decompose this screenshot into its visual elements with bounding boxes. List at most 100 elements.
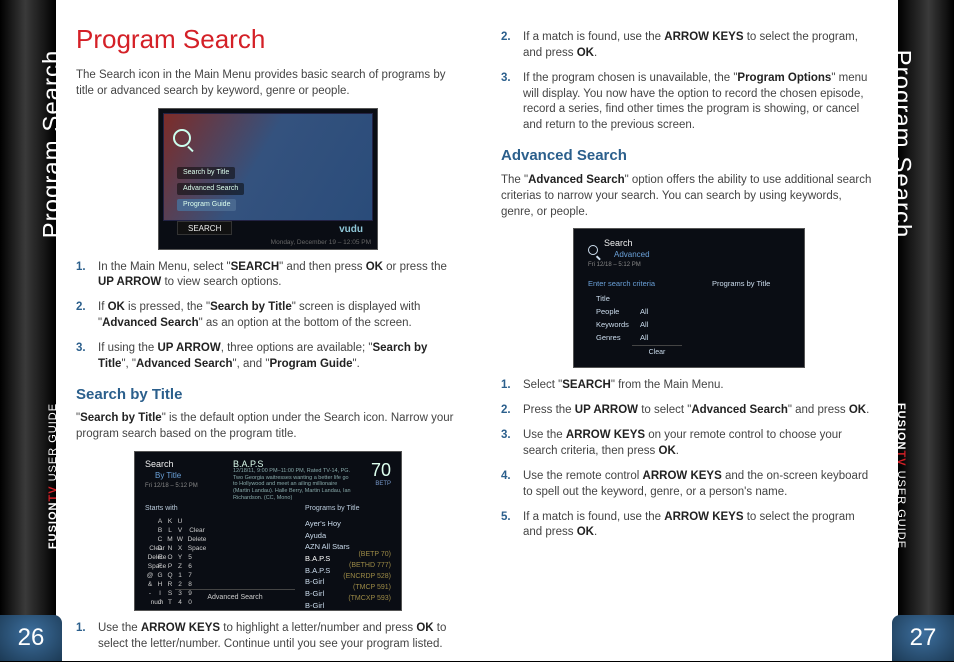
shot2-time: Fri 12/18 – 5:12 PM xyxy=(145,482,198,490)
step-bold: Search by Title xyxy=(210,301,292,313)
step-text: . xyxy=(594,526,597,538)
step-number: 2. xyxy=(76,300,86,316)
page-number-right: 27 xyxy=(892,615,954,661)
step-text: Use the xyxy=(98,622,141,634)
criteria-value: All xyxy=(640,320,648,329)
step-number: 5. xyxy=(501,510,511,526)
screenshot-search-by-title: Search By Title Fri 12/18 – 5:12 PM B.A.… xyxy=(134,451,402,611)
key: V xyxy=(175,527,185,536)
criteria-value: All xyxy=(640,307,648,316)
channel-code: (BETHD 777) xyxy=(343,561,391,572)
shot3-enter-criteria: Enter search criteria xyxy=(588,279,655,289)
search-button: SEARCH xyxy=(177,221,232,235)
step-text: If a match is found, use the xyxy=(523,31,664,43)
step-bold: Advanced Search xyxy=(102,317,199,329)
step-text: Use the remote control xyxy=(523,470,643,482)
step-bold: Program Guide xyxy=(269,358,352,370)
key: M xyxy=(165,536,175,545)
step-item: 1.Use the ARROW KEYS to highlight a lett… xyxy=(76,621,460,653)
key: D xyxy=(155,545,165,554)
menu-item-search-by-title: Search by Title xyxy=(177,167,235,179)
key: E xyxy=(155,554,165,563)
menu-item-program-guide: Program Guide xyxy=(177,199,236,211)
step-number: 3. xyxy=(501,71,511,87)
key: N xyxy=(165,545,175,554)
shot2-programs-by-title: Programs by Title xyxy=(305,504,359,514)
step-number: 4. xyxy=(501,469,511,485)
step-text: to view search options. xyxy=(161,276,281,288)
key: - xyxy=(145,590,155,599)
step-bold: OK xyxy=(366,261,383,273)
key: 7 xyxy=(185,572,195,581)
search-icon xyxy=(173,129,191,147)
key: P xyxy=(165,563,175,572)
step-bold: ARROW KEYS xyxy=(566,429,645,441)
step-item: 4.Use the remote control ARROW KEYS and … xyxy=(501,469,877,501)
step-bold: Program Options xyxy=(737,72,831,84)
step-number: 3. xyxy=(501,428,511,444)
channel-code: (ENCRDP 528) xyxy=(343,572,391,583)
shot2-channel-label: BETP xyxy=(375,480,391,488)
step-bold: UP ARROW xyxy=(98,276,161,288)
step-text: " and press xyxy=(788,404,849,416)
shot3-criteria-rows: TitlePeopleAllKeywordsAllGenresAll xyxy=(596,293,648,344)
screenshot-advanced-search: Search Advanced Fri 12/18 – 5:12 PM Ente… xyxy=(573,228,805,368)
result-item: Ayer's Hoy xyxy=(305,518,350,530)
shot2-subtitle: By Title xyxy=(155,470,181,481)
step-bold: SEARCH xyxy=(231,261,280,273)
step-text: , three options are available; " xyxy=(221,342,373,354)
step-bold: OK xyxy=(849,404,866,416)
step-text: If using the xyxy=(98,342,157,354)
step-number: 1. xyxy=(501,378,511,394)
key: W xyxy=(175,536,185,545)
criteria-key: Keywords xyxy=(596,319,640,332)
result-item: Ayuda xyxy=(305,530,350,542)
key: A xyxy=(155,518,165,527)
step-item: 2.If OK is pressed, the "Search by Title… xyxy=(76,300,460,332)
step-text: to select " xyxy=(638,404,691,416)
step-text: Press the xyxy=(523,404,575,416)
key: O xyxy=(165,554,175,563)
key: B xyxy=(155,527,165,536)
step-text: ", " xyxy=(121,358,136,370)
search-icon xyxy=(588,245,598,255)
heading-advanced-search: Advanced Search xyxy=(501,146,877,167)
page-left: Program Search The Search icon in the Ma… xyxy=(56,0,477,661)
step-text: . xyxy=(594,47,597,59)
key: L xyxy=(165,527,175,536)
step-text: " from the Main Menu. xyxy=(611,379,724,391)
step-bold: ARROW KEYS xyxy=(664,31,743,43)
key: U xyxy=(175,518,185,527)
step-text: is pressed, the " xyxy=(125,301,210,313)
step-text: Use the xyxy=(523,429,566,441)
key: 1 xyxy=(175,572,185,581)
step-text: Select " xyxy=(523,379,562,391)
step-bold: Advanced Search xyxy=(691,404,788,416)
step-bold: ARROW KEYS xyxy=(664,511,743,523)
key: 5 xyxy=(185,554,195,563)
key: K xyxy=(165,518,175,527)
key: Z xyxy=(175,563,185,572)
shot3-programs-by-title: Programs by Title xyxy=(712,279,770,289)
criteria-key: Genres xyxy=(596,332,640,345)
steps-list-sbt: 1.Use the ARROW KEYS to highlight a lett… xyxy=(76,621,460,653)
step-text: ", and " xyxy=(233,358,270,370)
steps-list-main: 1.In the Main Menu, select "SEARCH" and … xyxy=(76,260,460,373)
channel-code: (BETP 70) xyxy=(343,550,391,561)
step-bold: OK xyxy=(577,47,594,59)
adv-intro: The "Advanced Search" option offers the … xyxy=(501,173,877,221)
channel-code: (TMCP 591) xyxy=(343,583,391,594)
menu-item-advanced-search: Advanced Search xyxy=(177,183,244,195)
step-item: 2.Press the UP ARROW to select "Advanced… xyxy=(501,403,877,419)
page-number-left: 26 xyxy=(0,615,62,661)
step-text: " as an option at the bottom of the scre… xyxy=(199,317,412,329)
sbt-intro: "Search by Title" is the default option … xyxy=(76,411,460,443)
criteria-key: Title xyxy=(596,293,640,306)
key: R xyxy=(165,581,175,590)
step-number: 1. xyxy=(76,621,86,637)
step-item: 2.If a match is found, use the ARROW KEY… xyxy=(501,30,877,62)
steps-list-advanced: 1.Select "SEARCH" from the Main Menu.2.P… xyxy=(501,378,877,541)
step-bold: OK xyxy=(659,445,676,457)
steps-list-continued: 2.If a match is found, use the ARROW KEY… xyxy=(501,30,877,134)
screenshot-search-menu: Search by Title Advanced Search Program … xyxy=(158,108,378,250)
